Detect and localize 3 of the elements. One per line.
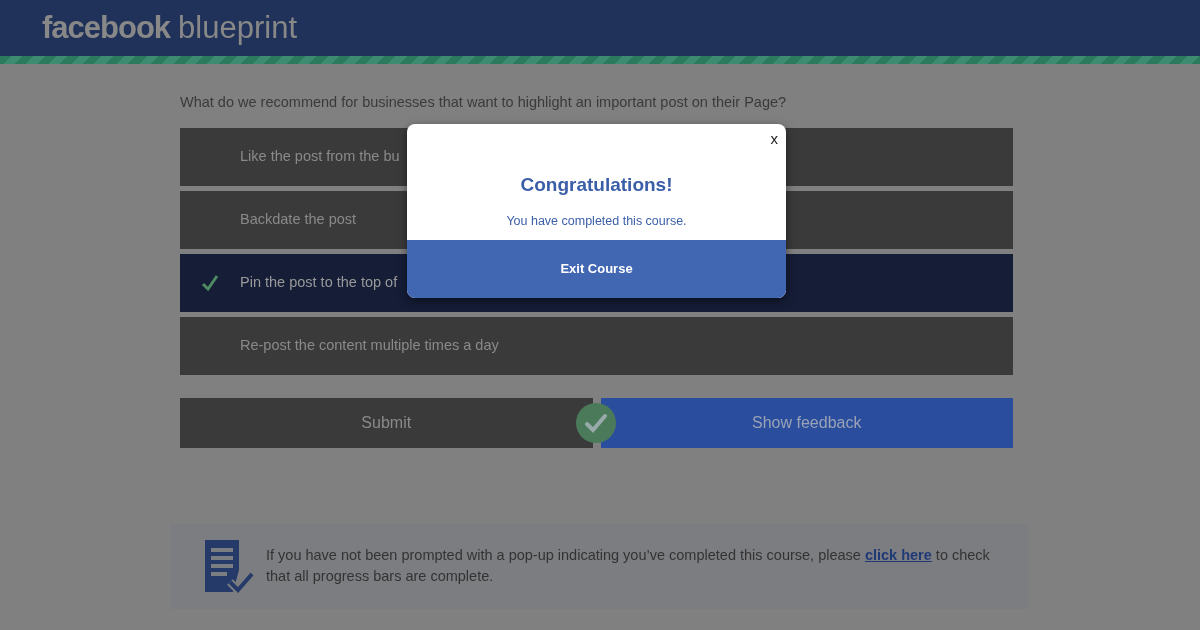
question-text: What do we recommend for businesses that want to highlight an important post on their Page? [180, 93, 788, 112]
notice-text: If you have not been prompted with a pop-up indicating you’ve completed this course, please click here to check that all progress bars are complete. [266, 546, 991, 587]
dialog-message: You have completed this course. [505, 212, 688, 230]
